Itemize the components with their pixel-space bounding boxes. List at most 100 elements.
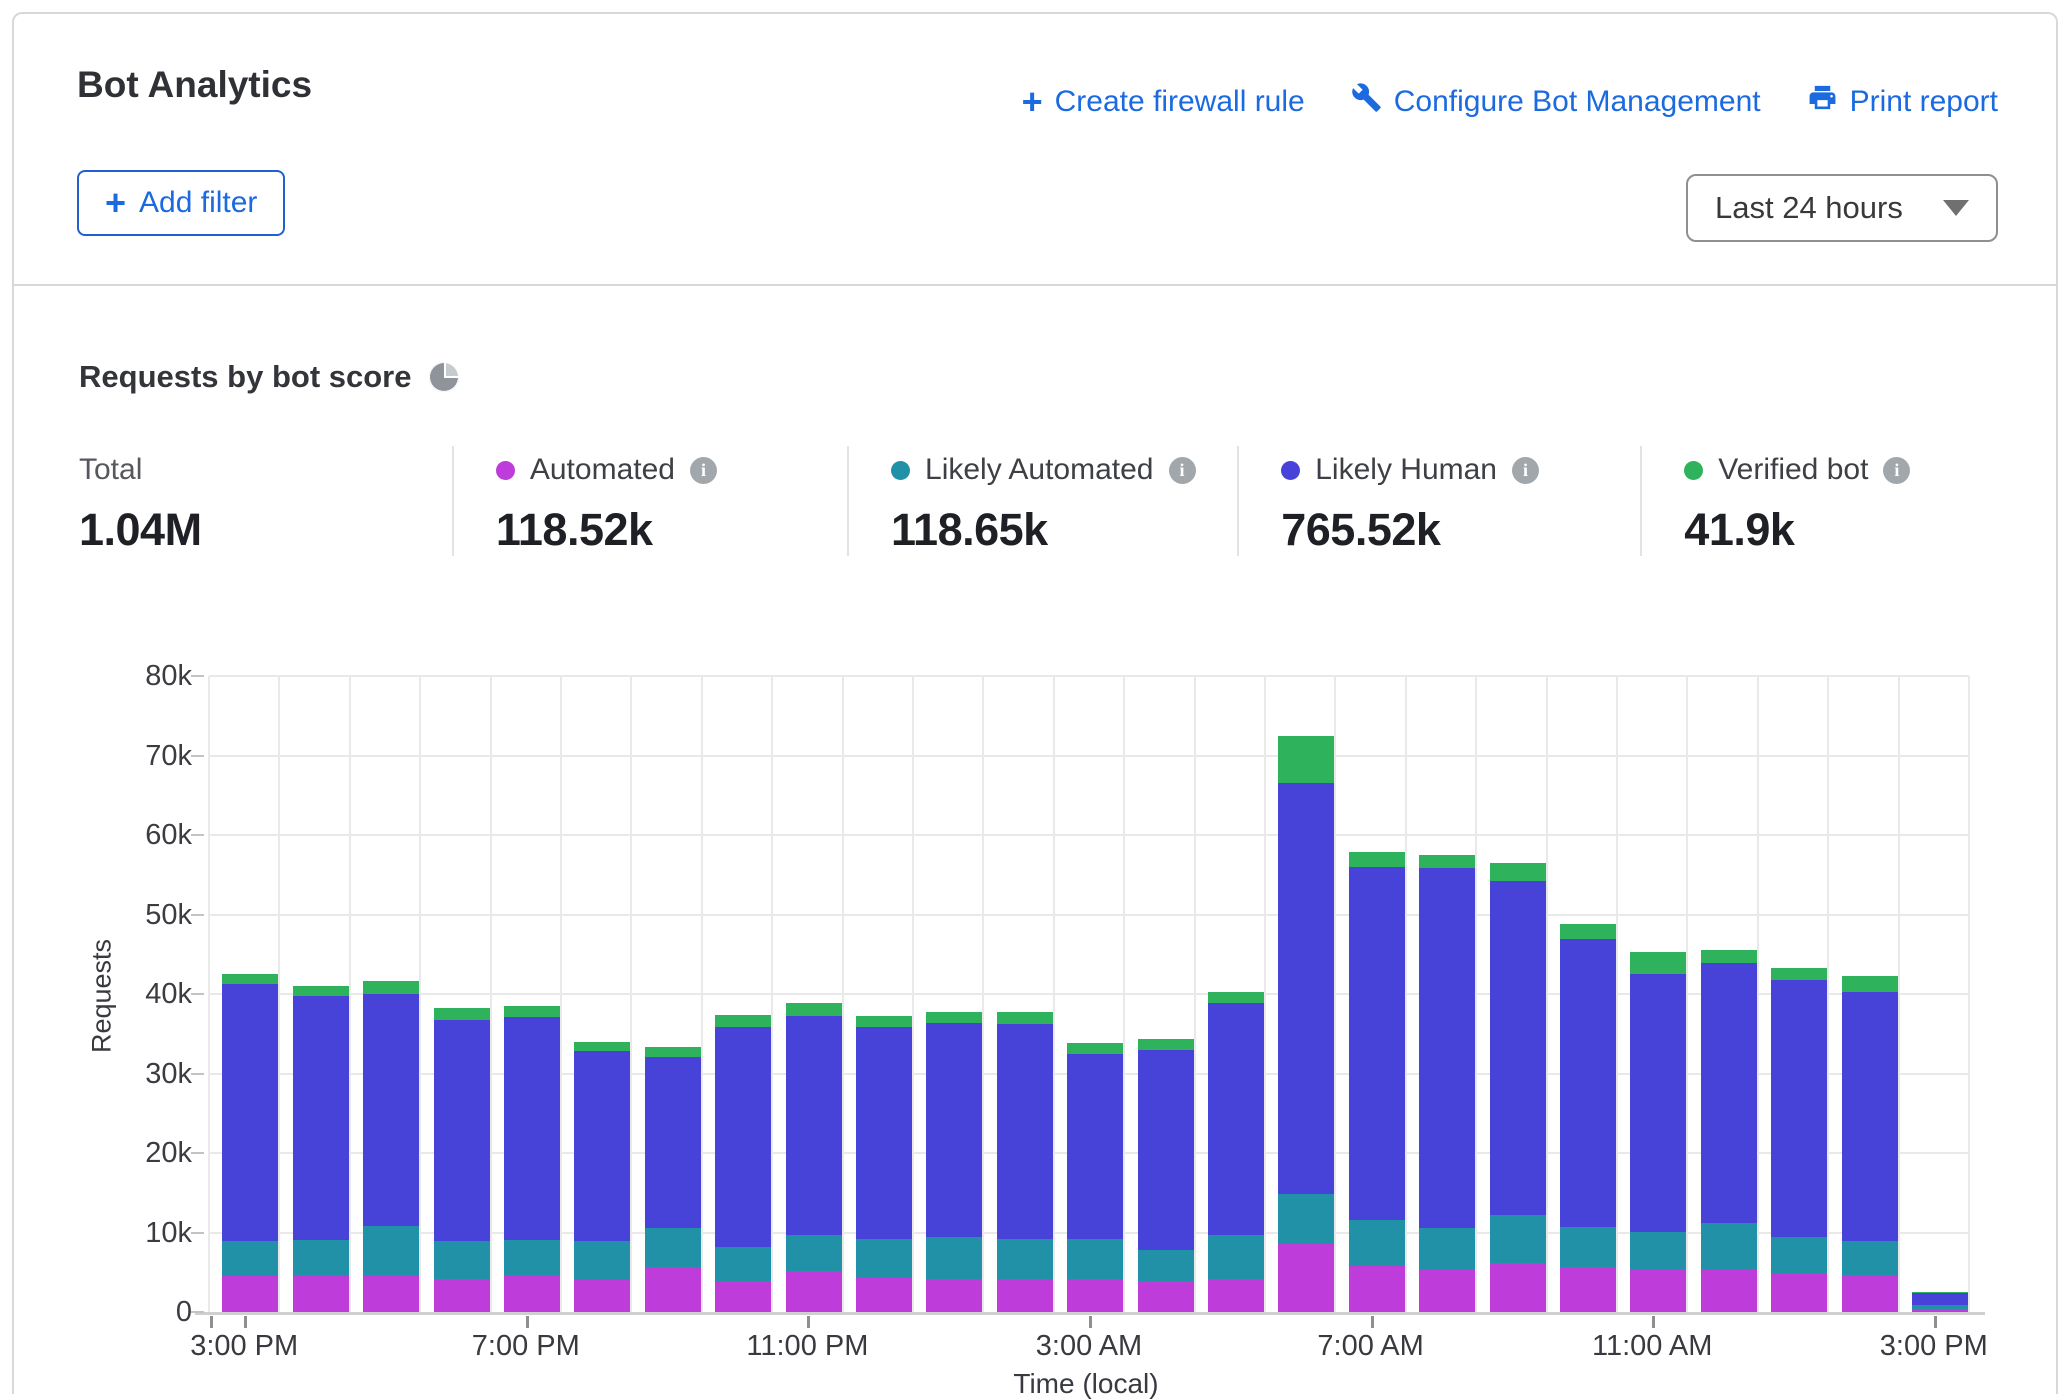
info-icon[interactable]: i bbox=[1512, 457, 1539, 484]
bar-segment-likely-automated bbox=[434, 1241, 490, 1278]
bar-segment-likely-automated bbox=[1630, 1232, 1686, 1269]
bar-segment-automated bbox=[715, 1281, 771, 1312]
bar-segment-likely-human bbox=[1419, 868, 1475, 1227]
stat-value: 118.65k bbox=[891, 504, 1237, 556]
bar-segment-verified-bot bbox=[434, 1008, 490, 1020]
gridline-vertical bbox=[1475, 676, 1477, 1312]
chart-bar[interactable] bbox=[574, 676, 630, 1312]
bar-segment-likely-automated bbox=[293, 1240, 349, 1276]
y-tick-label: 0 bbox=[14, 1294, 192, 1330]
bar-segment-likely-automated bbox=[1912, 1305, 1968, 1309]
chart-bar[interactable] bbox=[1067, 676, 1123, 1312]
chart-bar[interactable] bbox=[715, 676, 771, 1312]
bar-segment-likely-automated bbox=[997, 1239, 1053, 1279]
chart-bar[interactable] bbox=[1912, 676, 1968, 1312]
time-range-select[interactable]: Last 24 hours bbox=[1686, 174, 1998, 242]
bar-segment-automated bbox=[1067, 1279, 1123, 1312]
print-report-link[interactable]: Print report bbox=[1807, 82, 1998, 121]
page-title: Bot Analytics bbox=[77, 64, 312, 106]
bar-segment-likely-human bbox=[1490, 881, 1546, 1215]
bar-segment-automated bbox=[504, 1275, 560, 1312]
create-firewall-rule-link[interactable]: + Create firewall rule bbox=[1022, 85, 1305, 119]
section-header: Requests by bot score bbox=[79, 359, 459, 395]
gridline-vertical bbox=[208, 676, 210, 1312]
gridline-vertical bbox=[701, 676, 703, 1312]
configure-bot-management-link[interactable]: Configure Bot Management bbox=[1351, 82, 1761, 121]
chart-bar[interactable] bbox=[926, 676, 982, 1312]
bar-segment-verified-bot bbox=[1771, 968, 1827, 980]
bar-segment-likely-automated bbox=[504, 1240, 560, 1275]
bar-segment-likely-automated bbox=[1138, 1250, 1194, 1281]
chart-bar[interactable] bbox=[363, 676, 419, 1312]
chart-bar[interactable] bbox=[293, 676, 349, 1312]
chart-bar[interactable] bbox=[1419, 676, 1475, 1312]
info-icon[interactable]: i bbox=[1169, 457, 1196, 484]
x-tick-mark bbox=[1934, 1316, 1937, 1328]
bar-segment-likely-automated bbox=[1771, 1237, 1827, 1273]
time-range-value: Last 24 hours bbox=[1715, 190, 1903, 226]
bar-segment-automated bbox=[1701, 1269, 1757, 1312]
chart-bar[interactable] bbox=[1771, 676, 1827, 1312]
bar-segment-automated bbox=[434, 1279, 490, 1312]
gridline-vertical bbox=[1405, 676, 1407, 1312]
bar-segment-likely-automated bbox=[715, 1247, 771, 1281]
bar-segment-likely-human bbox=[786, 1016, 842, 1235]
bar-segment-automated bbox=[645, 1267, 701, 1312]
chart-bar[interactable] bbox=[786, 676, 842, 1312]
gridline-vertical bbox=[1968, 676, 1970, 1312]
bar-segment-likely-automated bbox=[1490, 1215, 1546, 1263]
bar-segment-likely-human bbox=[504, 1017, 560, 1240]
section-title: Requests by bot score bbox=[79, 359, 411, 395]
x-tick-label: 3:00 AM bbox=[1036, 1330, 1142, 1363]
chart-bar[interactable] bbox=[1560, 676, 1616, 1312]
bar-segment-likely-automated bbox=[1208, 1235, 1264, 1279]
gridline-vertical bbox=[842, 676, 844, 1312]
chart-bar[interactable] bbox=[434, 676, 490, 1312]
x-axis-labels: 3:00 PM7:00 PM11:00 PM3:00 AM7:00 AM11:0… bbox=[209, 1330, 1969, 1370]
stat-automated: Automated i 118.52k bbox=[452, 446, 847, 556]
likely-automated-dot-icon bbox=[891, 461, 910, 480]
chart-bar[interactable] bbox=[1490, 676, 1546, 1312]
chart-bar[interactable] bbox=[1208, 676, 1264, 1312]
bar-segment-likely-human bbox=[1067, 1054, 1123, 1239]
chart-bar[interactable] bbox=[1701, 676, 1757, 1312]
chart-bar[interactable] bbox=[1278, 676, 1334, 1312]
bar-segment-likely-human bbox=[1912, 1293, 1968, 1305]
chart-bar[interactable] bbox=[1138, 676, 1194, 1312]
chart-bar[interactable] bbox=[222, 676, 278, 1312]
chart-bar[interactable] bbox=[645, 676, 701, 1312]
bar-segment-likely-human bbox=[434, 1020, 490, 1241]
bar-segment-verified-bot bbox=[1842, 976, 1898, 992]
chart-bar[interactable] bbox=[997, 676, 1053, 1312]
bar-segment-likely-automated bbox=[1349, 1220, 1405, 1266]
info-icon[interactable]: i bbox=[690, 457, 717, 484]
x-tick-mark bbox=[1089, 1316, 1092, 1328]
bar-segment-automated bbox=[1912, 1309, 1968, 1312]
bar-segment-verified-bot bbox=[786, 1003, 842, 1017]
x-tick-label: 3:00 PM bbox=[1880, 1330, 1988, 1363]
chart-bar[interactable] bbox=[1349, 676, 1405, 1312]
bar-segment-automated bbox=[1842, 1275, 1898, 1312]
y-axis-labels: 010k20k30k40k50k60k70k80k bbox=[14, 676, 192, 1316]
bot-analytics-panel: Bot Analytics + Create firewall rule Con… bbox=[12, 12, 2058, 1394]
bar-segment-likely-automated bbox=[1067, 1239, 1123, 1280]
chart-bar[interactable] bbox=[856, 676, 912, 1312]
y-tick-mark bbox=[191, 914, 204, 916]
chart-bar[interactable] bbox=[1630, 676, 1686, 1312]
stacked-bar-chart bbox=[209, 676, 1969, 1312]
x-tick-mark bbox=[1371, 1316, 1374, 1328]
bar-segment-automated bbox=[1208, 1279, 1264, 1312]
add-filter-button[interactable]: + Add filter bbox=[77, 170, 285, 236]
y-tick-mark bbox=[191, 675, 204, 677]
bar-segment-likely-human bbox=[715, 1027, 771, 1247]
info-icon[interactable]: i bbox=[1883, 457, 1910, 484]
gridline-vertical bbox=[1123, 676, 1125, 1312]
chart-bar[interactable] bbox=[1842, 676, 1898, 1312]
x-axis-title: Time (local) bbox=[1013, 1368, 1158, 1400]
bar-segment-likely-human bbox=[856, 1027, 912, 1238]
x-tick-mark bbox=[244, 1316, 247, 1328]
bar-segment-verified-bot bbox=[222, 974, 278, 984]
gridline-vertical bbox=[349, 676, 351, 1312]
chart-bar[interactable] bbox=[504, 676, 560, 1312]
bar-segment-automated bbox=[1560, 1267, 1616, 1312]
